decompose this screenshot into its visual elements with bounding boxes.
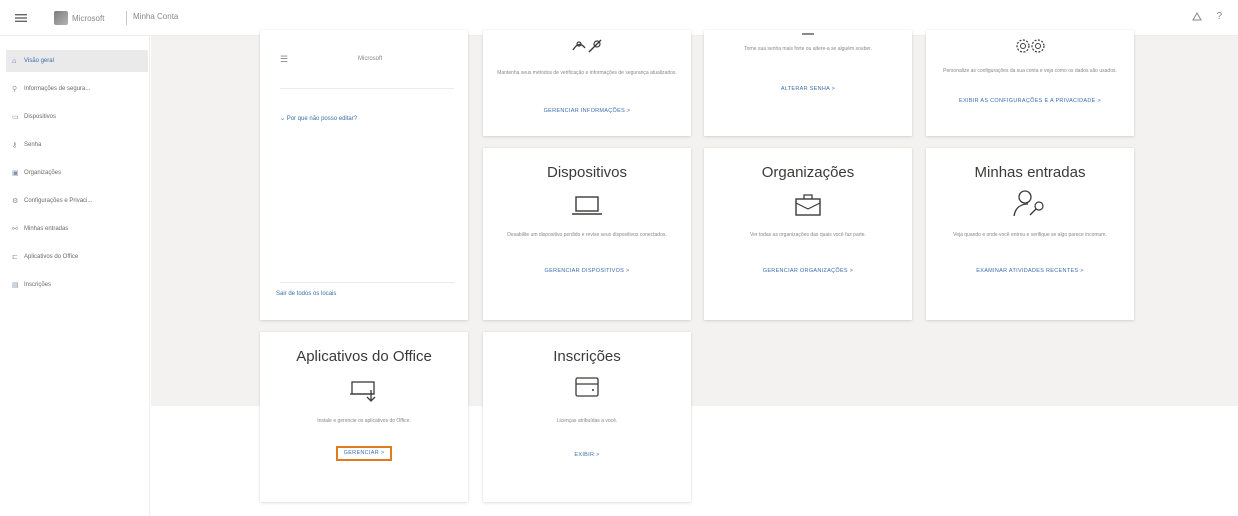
sidebar-item-office-apps[interactable]: ⊏ Aplicativos do Office <box>6 246 148 268</box>
security-info-card: Mantenha seus métodos de verificação e i… <box>483 30 691 136</box>
card-title: Inscrições <box>553 348 621 365</box>
card-description: Licenças atribuídas a você. <box>556 418 618 424</box>
laptop-icon <box>483 194 691 218</box>
sidebar-item-password[interactable]: ⚷ Senha <box>6 134 148 156</box>
profile-label: Microsoft <box>358 56 383 62</box>
wallet-icon <box>483 374 691 400</box>
sidebar-item-label: Senha <box>24 142 42 148</box>
manage-organizations-link[interactable]: GERENCIAR ORGANIZAÇÕES > <box>714 268 902 275</box>
manage-devices-link[interactable]: GERENCIAR DISPOSITIVOS > <box>493 268 681 275</box>
manage-office-link-wrap: GERENCIAR > <box>270 446 458 461</box>
card-description: Torne sua senha mais forte ou altere-a s… <box>744 46 872 52</box>
devices-icon: ▭ <box>12 114 19 121</box>
divider <box>280 282 454 283</box>
card-description: Desabilite um dispositivo perdido e revi… <box>507 232 667 238</box>
home-icon: ⌂ <box>12 57 17 65</box>
sidebar-item-label: Dispositivos <box>24 114 57 120</box>
sidebar-item-organizations[interactable]: ▣ Organizações <box>6 162 148 184</box>
sidebar-item-security-info[interactable]: ⚲ Informações de segura... <box>6 78 148 100</box>
card-description: Instale e gerencie os aplicativos do Off… <box>317 418 411 424</box>
subscriptions-icon: ▤ <box>12 282 19 289</box>
view-settings-link[interactable]: EXIBIR AS CONFIGURAÇÕES E A PRIVACIDADE … <box>956 98 1104 105</box>
office-icon: ⊏ <box>12 254 18 261</box>
sidebar-item-overview[interactable]: ⌂ Visão geral <box>6 50 148 72</box>
card-title: Organizações <box>761 164 855 181</box>
waffle-icon[interactable] <box>14 11 28 25</box>
sidebar-item-sign-ins[interactable]: ⚯ Minhas entradas <box>6 218 148 240</box>
sign-ins-icon: ⚯ <box>12 226 18 233</box>
card-description: Personalize as configurações da sua cont… <box>943 68 1117 74</box>
sign-ins-card: Minhas entradas Veja quando e onde você … <box>926 148 1134 320</box>
person-key-icon <box>926 188 1134 218</box>
password-card: Torne sua senha mais forte ou altere-a s… <box>704 30 912 136</box>
manage-office-button[interactable]: GERENCIAR > <box>335 446 393 461</box>
why-cant-edit-link[interactable]: ⌄ Por que não posso editar? <box>280 115 357 122</box>
sidebar: ⌂ Visão geral ⚲ Informações de segura...… <box>0 36 150 516</box>
header-divider <box>126 11 127 25</box>
password-icon <box>704 30 912 38</box>
sidebar-item-label: Aplicativos do Office <box>24 254 79 260</box>
card-description: Veja quando e onde você entrou e verifiq… <box>953 232 1107 238</box>
logo-text: Microsoft <box>72 13 105 23</box>
card-title: Aplicativos do Office <box>296 348 432 365</box>
devices-card: Dispositivos Desabilite um dispositivo p… <box>483 148 691 320</box>
help-icon[interactable]: ? <box>1216 11 1222 24</box>
organizations-icon: ▣ <box>12 170 19 177</box>
subscriptions-card: Inscrições Licenças atribuídas a você. E… <box>483 332 691 502</box>
key-icon: ⚷ <box>12 142 18 149</box>
microsoft-logo[interactable]: Microsoft <box>54 10 104 26</box>
sidebar-item-label: Minhas entradas <box>24 226 69 232</box>
card-description: Mantenha seus métodos de verificação e i… <box>497 70 677 76</box>
sidebar-item-label: Informações de segura... <box>24 86 91 92</box>
sidebar-item-label: Organizações <box>24 170 62 176</box>
sidebar-item-subscriptions[interactable]: ▤ Inscrições <box>6 274 148 296</box>
review-activity-link[interactable]: EXAMINAR ATIVIDADES RECENTES > <box>936 268 1124 275</box>
security-info-icon: ⚲ <box>12 86 18 93</box>
app-title[interactable]: Minha Conta <box>133 12 178 21</box>
organizations-card: Organizações Ver todas as organizações d… <box>704 148 912 320</box>
sign-out-everywhere-link[interactable]: Sair de todos os locais <box>276 291 336 297</box>
install-apps-icon <box>260 378 468 404</box>
manage-info-link[interactable]: GERENCIAR INFORMAÇÕES > <box>493 108 681 115</box>
view-subscriptions-link[interactable]: EXIBIR > <box>493 452 681 459</box>
menu-icon[interactable]: ☰ <box>280 54 288 65</box>
profile-card: ☰ Microsoft ⌄ Por que não posso editar? … <box>260 30 468 320</box>
settings-icon: ⚙ <box>12 198 19 205</box>
sidebar-item-label: Configurações e Privaci... <box>24 198 93 204</box>
header-icons: ? <box>1192 11 1222 24</box>
sidebar-item-label: Inscrições <box>24 282 52 288</box>
settings-privacy-card: Personalize as configurações da sua cont… <box>926 30 1134 136</box>
card-title: Minhas entradas <box>974 164 1086 181</box>
security-info-icon <box>483 36 691 58</box>
change-password-link[interactable]: ALTERAR SENHA > <box>714 86 902 93</box>
chevron-down-icon: ⌄ <box>280 116 286 122</box>
why-cant-edit-label: Por que não posso editar? <box>286 116 358 122</box>
card-description: Ver todas as organizações das quais você… <box>750 232 866 238</box>
sidebar-item-settings[interactable]: ⚙ Configurações e Privaci... <box>6 190 148 212</box>
office-apps-card: Aplicativos do Office Instale e gerencie… <box>260 332 468 502</box>
briefcase-icon <box>704 192 912 218</box>
logo-mark-icon <box>54 11 68 25</box>
card-title: Dispositivos <box>546 164 628 181</box>
sidebar-item-label: Visão geral <box>24 58 54 64</box>
divider <box>280 88 454 89</box>
user-icon[interactable] <box>1192 11 1203 24</box>
sidebar-item-devices[interactable]: ▭ Dispositivos <box>6 106 148 128</box>
gears-icon <box>926 34 1134 58</box>
